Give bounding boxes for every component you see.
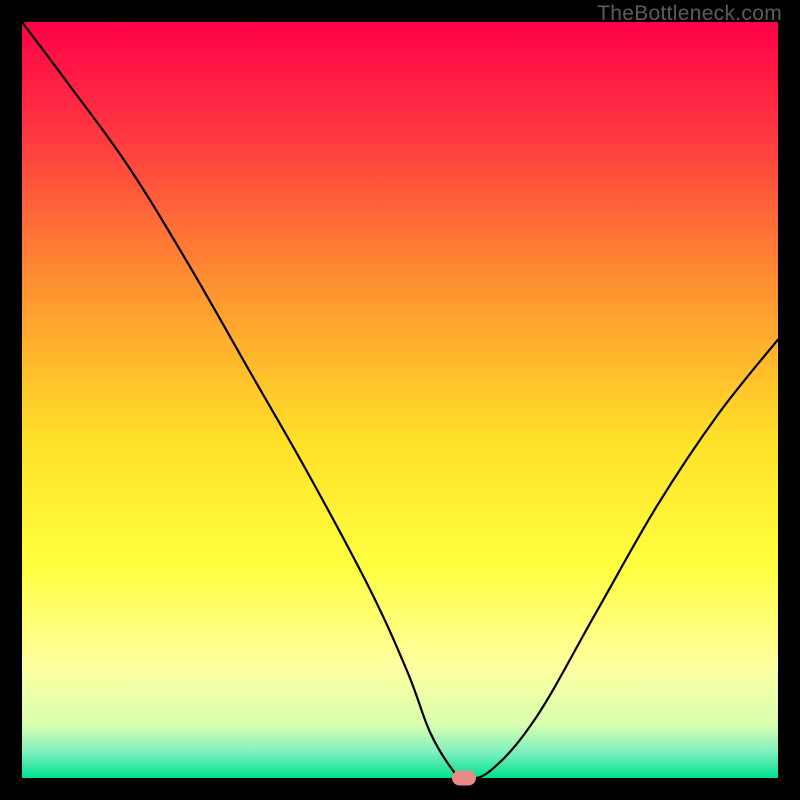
optimal-point-marker xyxy=(452,771,476,786)
chart-background xyxy=(22,22,778,778)
chart-frame: TheBottleneck.com xyxy=(0,0,800,800)
chart-svg xyxy=(22,22,778,778)
chart-plot-area xyxy=(22,22,778,778)
